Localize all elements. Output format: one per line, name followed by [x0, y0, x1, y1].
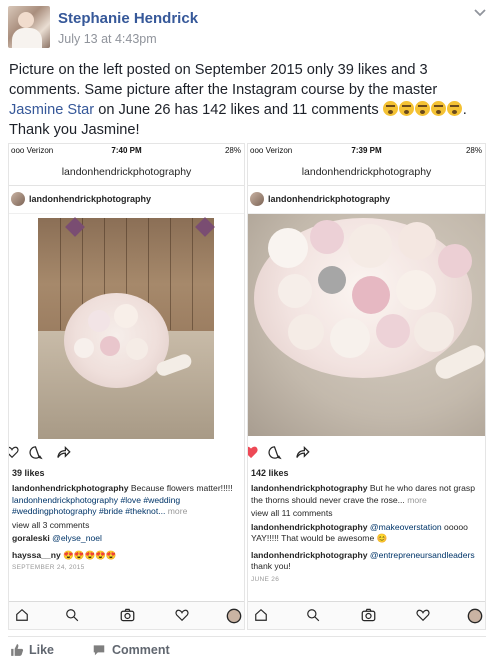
emoji-group: [382, 101, 463, 118]
comment-user[interactable]: landonhendrickphotography: [251, 522, 368, 532]
likes-count[interactable]: 39 likes: [12, 466, 244, 481]
share-icon[interactable]: [56, 445, 71, 460]
thumbs-up-icon[interactable]: [10, 643, 24, 657]
home-icon[interactable]: [15, 608, 29, 622]
bouquet-photo-new: [248, 214, 485, 436]
comment-mention[interactable]: @makeoverstation: [368, 522, 442, 532]
tab-bar: [248, 601, 485, 629]
tab-bar: [9, 601, 244, 629]
heart-icon[interactable]: [8, 445, 19, 459]
activity-icon[interactable]: [416, 608, 430, 622]
profile-icon[interactable]: [467, 608, 483, 624]
mini-avatar[interactable]: [250, 192, 264, 206]
post-photo: [9, 214, 244, 439]
view-comments-link[interactable]: view all 11 comments: [248, 506, 485, 520]
left-phone-screenshot[interactable]: ooo Verizon 7:40 PM 28% landonhendrickph…: [8, 143, 245, 630]
battery-label: 28%: [465, 146, 482, 155]
comment-text: 😍😍😍😍😍: [60, 549, 117, 560]
likes-count[interactable]: 142 likes: [251, 466, 485, 481]
home-icon[interactable]: [254, 608, 268, 622]
profile-title: landonhendrickphotography: [9, 158, 244, 186]
post-actions: [9, 438, 244, 466]
caption-user[interactable]: landonhendrickphotography: [251, 483, 368, 493]
caption: landonhendrickphotography But he who dar…: [248, 481, 485, 506]
comment: hayssa__ny 😍😍😍😍😍: [9, 545, 244, 562]
search-icon[interactable]: [65, 608, 79, 622]
post-text-part2: on June 26 has 142 likes and 11 comments: [94, 102, 383, 118]
post-text: Picture on the left posted on September …: [9, 60, 485, 140]
post-timestamp[interactable]: July 13 at 4:43pm: [58, 32, 157, 46]
post-date: SEPTEMBER 24, 2015: [12, 564, 85, 571]
comment-mention[interactable]: @entrepreneursandleaders: [368, 550, 475, 560]
like-button[interactable]: Like: [29, 643, 54, 657]
comment-text[interactable]: @elyse_noel: [50, 533, 102, 543]
activity-icon[interactable]: [175, 608, 189, 622]
right-phone-screenshot[interactable]: ooo Verizon 7:39 PM 28% landonhendrickph…: [247, 143, 486, 630]
status-time: 7:40 PM: [111, 146, 142, 155]
comment: goraleski @elyse_noel: [9, 531, 244, 545]
comment-icon[interactable]: [28, 445, 43, 460]
status-bar: ooo Verizon 7:39 PM 28%: [248, 144, 485, 158]
post-user-row[interactable]: landonhendrickphotography: [248, 186, 485, 214]
camera-icon[interactable]: [120, 608, 135, 622]
status-time: 7:39 PM: [351, 146, 382, 155]
comment: landonhendrickphotography @entrepreneurs…: [248, 545, 485, 573]
profile-icon[interactable]: [226, 608, 242, 624]
post-user-row[interactable]: landonhendrickphotography: [9, 186, 244, 214]
chevron-down-icon[interactable]: [474, 6, 486, 20]
comment: landonhendrickphotography @makeoverstati…: [248, 520, 485, 545]
post-header: Stephanie Hendrick July 13 at 4:43pm: [8, 4, 486, 48]
comment-button[interactable]: Comment: [112, 643, 170, 657]
post-actions: [248, 438, 485, 466]
search-icon[interactable]: [306, 608, 320, 622]
avatar[interactable]: [8, 6, 50, 48]
more-link[interactable]: more: [165, 506, 188, 516]
profile-title: landonhendrickphotography: [248, 158, 485, 186]
caption-user[interactable]: landonhendrickphotography: [12, 483, 129, 493]
battery-label: 28%: [224, 146, 241, 155]
comment-user[interactable]: landonhendrickphotography: [251, 550, 368, 560]
camera-icon[interactable]: [361, 608, 376, 622]
speech-bubble-icon[interactable]: [92, 643, 106, 657]
mini-avatar[interactable]: [11, 192, 25, 206]
comment-user[interactable]: hayssa__ny: [12, 550, 61, 560]
comment-user[interactable]: goraleski: [12, 533, 50, 543]
scream-emoji-icon: [430, 101, 446, 116]
screenshot-comparison: ooo Verizon 7:40 PM 28% landonhendrickph…: [8, 143, 486, 630]
status-bar: ooo Verizon 7:40 PM 28%: [9, 144, 244, 158]
post-date: JUNE 26: [251, 575, 280, 583]
post-footer-actions: Like Comment: [8, 636, 486, 660]
caption: landonhendrickphotography Because flower…: [9, 481, 244, 518]
username[interactable]: landonhendrickphotography: [268, 194, 390, 204]
post-photo: [248, 214, 485, 438]
comment-text: thank you!: [251, 561, 291, 571]
caption-text: Because flowers matter!!!!!: [128, 483, 233, 493]
scream-emoji-icon: [382, 101, 398, 116]
jasmine-star-link[interactable]: Jasmine Star: [9, 102, 94, 118]
comment-icon[interactable]: [267, 445, 282, 460]
view-comments-link[interactable]: view all 3 comments: [9, 518, 244, 532]
more-link[interactable]: more: [405, 495, 427, 505]
author-name[interactable]: Stephanie Hendrick: [58, 10, 198, 27]
share-icon[interactable]: [295, 445, 310, 460]
post-text-part1: Picture on the left posted on September …: [9, 62, 438, 98]
scream-emoji-icon: [414, 101, 430, 116]
scream-emoji-icon: [446, 101, 462, 116]
caption-tags[interactable]: landonhendrickphotography #love #wedding…: [12, 495, 180, 517]
bouquet-photo-old: [38, 217, 215, 439]
username[interactable]: landonhendrickphotography: [29, 194, 151, 204]
scream-emoji-icon: [398, 101, 414, 116]
heart-icon[interactable]: [247, 445, 258, 459]
